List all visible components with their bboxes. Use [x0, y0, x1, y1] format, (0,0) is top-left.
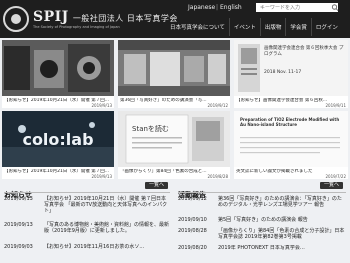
nav-login[interactable]: ログイン	[310, 18, 342, 36]
feature-card[interactable]: colo:lab 【お知らせ】2019年10月21日（水）開催 第７回... 2…	[2, 111, 114, 179]
activity-item[interactable]: 2019/08/28 「画像からくり」第84回「色素の合成と分子設計」日本写真学…	[178, 228, 346, 240]
news-item-date: 2019/09/13	[4, 222, 33, 228]
activity-item-text: 第5回「写真好き」のための講演会 報告	[218, 217, 308, 223]
nav-events[interactable]: イベント	[228, 18, 260, 36]
card-flyer-title: 画像関連学会連合会 第６回秋季大会 プログラム	[264, 46, 344, 57]
card-date: 2019/9/12	[207, 103, 228, 108]
news-divider	[4, 192, 170, 193]
activity-item-text: 「画像からくり」第84回「色素の合成と分子設計」日本写真学会誌 2019年第82…	[218, 228, 345, 240]
feature-card[interactable]: Preparation of TiO2 Electrode Modified w…	[234, 111, 348, 179]
card-date: 2019/8/28	[207, 174, 228, 179]
news-item-date: 2019/09/13	[4, 196, 33, 202]
news-item[interactable]: 2019/09/13 【お知らせ】2019年10月21日（水）開催 第７回日本写…	[4, 196, 170, 214]
card-book-title: Stanを読む	[132, 124, 169, 133]
card-book-image: Stanを読む	[118, 111, 230, 167]
card-date: 2019/9/13	[91, 103, 112, 108]
activity-item-date: 2019/08/28	[178, 228, 207, 234]
card-date: 2019/9/11	[325, 103, 346, 108]
logo-abbreviation: SPIJ	[33, 9, 69, 26]
card-date: 2019/7/22	[325, 174, 346, 179]
site-logo[interactable]: SPIJ 一般社団法人 日本写真学会 The Society of Photogr…	[3, 4, 178, 34]
news-more-button[interactable]: 一覧へ	[145, 182, 169, 189]
activity-item-date: 2019/08/20	[178, 245, 207, 251]
language-japanese-link[interactable]: Japanese	[188, 4, 215, 11]
nav-awards[interactable]: 学会賞	[285, 18, 311, 36]
news-item-text: 【お知らせ】2019年10月21日（水）開催 第７回日本写真学会 「最新のTV放…	[44, 196, 168, 214]
search-icon[interactable]	[331, 3, 339, 12]
feature-card[interactable]: 第36回「写真好き」のための講演会「写... 2019/9/12	[118, 40, 230, 108]
language-english-link[interactable]: English	[220, 4, 242, 11]
activity-item[interactable]: 2019/08/20 2019年 PHOTONEXT 日本写真学会…	[178, 245, 346, 251]
activity-item-text: 2019年 PHOTONEXT 日本写真学会…	[218, 245, 305, 251]
logo-japanese-name: 一般社団法人 日本写真学会	[72, 14, 178, 24]
news-item-text: 【お知らせ】2019年11月16日お茶の水ソ...	[44, 244, 145, 250]
news-item-date: 2019/09/03	[4, 244, 33, 250]
feature-card[interactable]: 画像関連学会連合会 第６回秋季大会 プログラム 2018 Nov. 11-17 …	[234, 40, 348, 108]
card-photo-text: colo:lab	[22, 130, 93, 149]
activity-item-date: 2019/09/10	[178, 217, 207, 223]
news-item-text: 「写真のある博物館・美術館・資料館」の情報を、最新版（2019年9月版）に更新し…	[44, 222, 170, 234]
card-flyer-date: 2018 Nov. 11-17	[264, 70, 302, 75]
card-photo-lab: colo:lab	[2, 111, 114, 167]
activity-item-text: 第36回「写真好き」のための講演会：「写真好き」のためのデジタル・光学レンズ工場…	[218, 196, 342, 208]
activity-item-date: 2019/09/12	[178, 196, 207, 202]
activity-divider	[178, 192, 346, 193]
card-photo-gallery	[118, 40, 230, 96]
main-nav: 日本写真学会について イベント 出版物 学会賞 ログイン	[166, 18, 350, 36]
logo-mark-icon	[3, 6, 29, 32]
language-separator: |	[216, 4, 219, 11]
activity-more-button[interactable]: 一覧へ	[320, 182, 344, 189]
activity-item[interactable]: 2019/09/12 第36回「写真好き」のための講演会：「写真好き」のためのデ…	[178, 196, 346, 208]
news-item[interactable]: 2019/09/13 「写真のある博物館・美術館・資料館」の情報を、最新版（20…	[4, 222, 170, 234]
nav-about[interactable]: 日本写真学会について	[166, 18, 229, 36]
card-photo-cameras	[2, 40, 114, 96]
activity-item[interactable]: 2019/09/10 第5回「写真好き」のための講演会 報告	[178, 217, 346, 223]
nav-publications[interactable]: 出版物	[259, 18, 286, 36]
search-input[interactable]	[256, 3, 338, 12]
logo-english-name: The Society of Photography and Imaging o…	[33, 25, 120, 30]
card-date: 2019/9/13	[91, 174, 112, 179]
feature-card[interactable]: Stanを読む 「画像からくり」第84回「色素の合成と... 2019/8/28	[118, 111, 230, 179]
feature-card[interactable]: 【お知らせ】2019年10月21日（水）開催 第７回... 2019/9/13	[2, 40, 114, 108]
news-item[interactable]: 2019/09/03 【お知らせ】2019年11月16日お茶の水ソ...	[4, 244, 170, 256]
card-paper-title: Preparation of TiO2 Electrode Modified w…	[240, 117, 340, 127]
site-header: SPIJ 一般社団法人 日本写真学会 The Society of Photogr…	[0, 0, 350, 38]
